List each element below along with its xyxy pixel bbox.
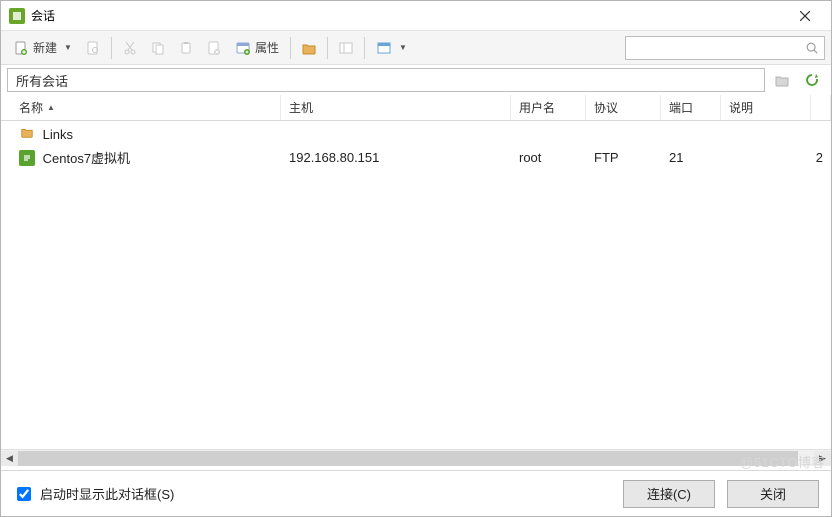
new-file-icon bbox=[13, 40, 29, 56]
copy-icon bbox=[150, 40, 166, 56]
col-user[interactable]: 用户名 bbox=[511, 95, 586, 120]
search-file-icon bbox=[85, 40, 101, 56]
show-on-startup-input[interactable] bbox=[17, 487, 31, 501]
breadcrumb[interactable]: 所有会话 bbox=[7, 68, 765, 92]
toolbar: 新建 ▼ 属性 bbox=[1, 31, 831, 65]
col-port[interactable]: 端口 bbox=[661, 95, 721, 120]
search-icon[interactable] bbox=[804, 40, 820, 56]
delete-button bbox=[201, 35, 227, 61]
paste-button bbox=[173, 35, 199, 61]
folder-icon bbox=[19, 124, 35, 140]
cut-button bbox=[117, 35, 143, 61]
dropdown-caret-icon: ▼ bbox=[64, 43, 72, 52]
properties-label: 属性 bbox=[255, 39, 279, 56]
col-desc[interactable]: 说明 bbox=[721, 95, 811, 120]
properties-button[interactable]: 属性 bbox=[229, 35, 285, 61]
sort-asc-icon: ▲ bbox=[47, 103, 55, 112]
new-session-label: 新建 bbox=[33, 39, 57, 56]
dropdown-caret-icon: ▼ bbox=[399, 43, 407, 52]
view-mode-button[interactable]: ▼ bbox=[370, 35, 413, 61]
new-folder-button[interactable] bbox=[296, 35, 322, 61]
title-bar: 会话 bbox=[1, 1, 831, 31]
dialog-footer: 启动时显示此对话框(S) 连接(C) 关闭 bbox=[1, 470, 831, 516]
toolbar-btn-panel bbox=[333, 35, 359, 61]
cell-name: Centos7虚拟机 bbox=[11, 148, 281, 167]
connect-button[interactable]: 连接(C) bbox=[623, 480, 715, 508]
open-folder-button[interactable] bbox=[769, 68, 795, 92]
col-extra[interactable] bbox=[811, 95, 831, 120]
folder-icon bbox=[774, 72, 790, 88]
cell-host: 192.168.80.151 bbox=[281, 150, 511, 165]
toolbar-separator bbox=[111, 37, 112, 59]
cut-icon bbox=[122, 40, 138, 56]
breadcrumb-row: 所有会话 bbox=[1, 65, 831, 95]
cell-protocol: FTP bbox=[586, 150, 661, 165]
search-box[interactable] bbox=[625, 36, 825, 60]
show-on-startup-label: 启动时显示此对话框(S) bbox=[40, 484, 174, 503]
show-on-startup-checkbox[interactable]: 启动时显示此对话框(S) bbox=[13, 484, 174, 504]
list-view-icon bbox=[376, 40, 392, 56]
cell-user: root bbox=[511, 150, 586, 165]
row-name-text: Centos7虚拟机 bbox=[43, 151, 130, 166]
col-protocol[interactable]: 协议 bbox=[586, 95, 661, 120]
toolbar-btn-2 bbox=[80, 35, 106, 61]
copy-button bbox=[145, 35, 171, 61]
row-name-text: Links bbox=[43, 127, 73, 142]
toolbar-separator bbox=[290, 37, 291, 59]
refresh-button[interactable] bbox=[799, 68, 825, 92]
panel-icon bbox=[338, 40, 354, 56]
session-icon bbox=[19, 150, 35, 166]
scroll-left-button[interactable]: ◀ bbox=[1, 451, 18, 466]
session-list: Links Centos7虚拟机 192.168.80.151 root FTP… bbox=[1, 121, 831, 449]
scroll-track[interactable] bbox=[18, 451, 814, 466]
table-row[interactable]: Links bbox=[11, 121, 831, 145]
scroll-thumb[interactable] bbox=[18, 451, 798, 466]
paste-icon bbox=[178, 40, 194, 56]
new-session-button[interactable]: 新建 ▼ bbox=[7, 35, 78, 61]
toolbar-separator bbox=[327, 37, 328, 59]
cell-name: Links bbox=[11, 124, 281, 142]
breadcrumb-path: 所有会话 bbox=[16, 71, 68, 90]
col-name-label: 名称 bbox=[19, 99, 43, 116]
scroll-right-button[interactable]: ▶ bbox=[814, 451, 831, 466]
col-name[interactable]: 名称 ▲ bbox=[11, 95, 281, 120]
horizontal-scrollbar[interactable]: ◀ ▶ bbox=[1, 449, 831, 466]
refresh-icon bbox=[804, 72, 820, 88]
new-folder-icon bbox=[301, 40, 317, 56]
toolbar-separator bbox=[364, 37, 365, 59]
table-row[interactable]: Centos7虚拟机 192.168.80.151 root FTP 21 2 bbox=[11, 145, 831, 169]
app-icon bbox=[9, 8, 25, 24]
window-title: 会话 bbox=[31, 7, 55, 24]
properties-icon bbox=[235, 40, 251, 56]
col-host[interactable]: 主机 bbox=[281, 95, 511, 120]
cell-extra: 2 bbox=[808, 150, 831, 165]
cell-port: 21 bbox=[661, 150, 721, 165]
search-input[interactable] bbox=[630, 40, 804, 56]
list-header: 名称 ▲ 主机 用户名 协议 端口 说明 bbox=[1, 95, 831, 121]
close-button[interactable]: 关闭 bbox=[727, 480, 819, 508]
delete-icon bbox=[206, 40, 222, 56]
window-close-button[interactable] bbox=[785, 1, 825, 31]
